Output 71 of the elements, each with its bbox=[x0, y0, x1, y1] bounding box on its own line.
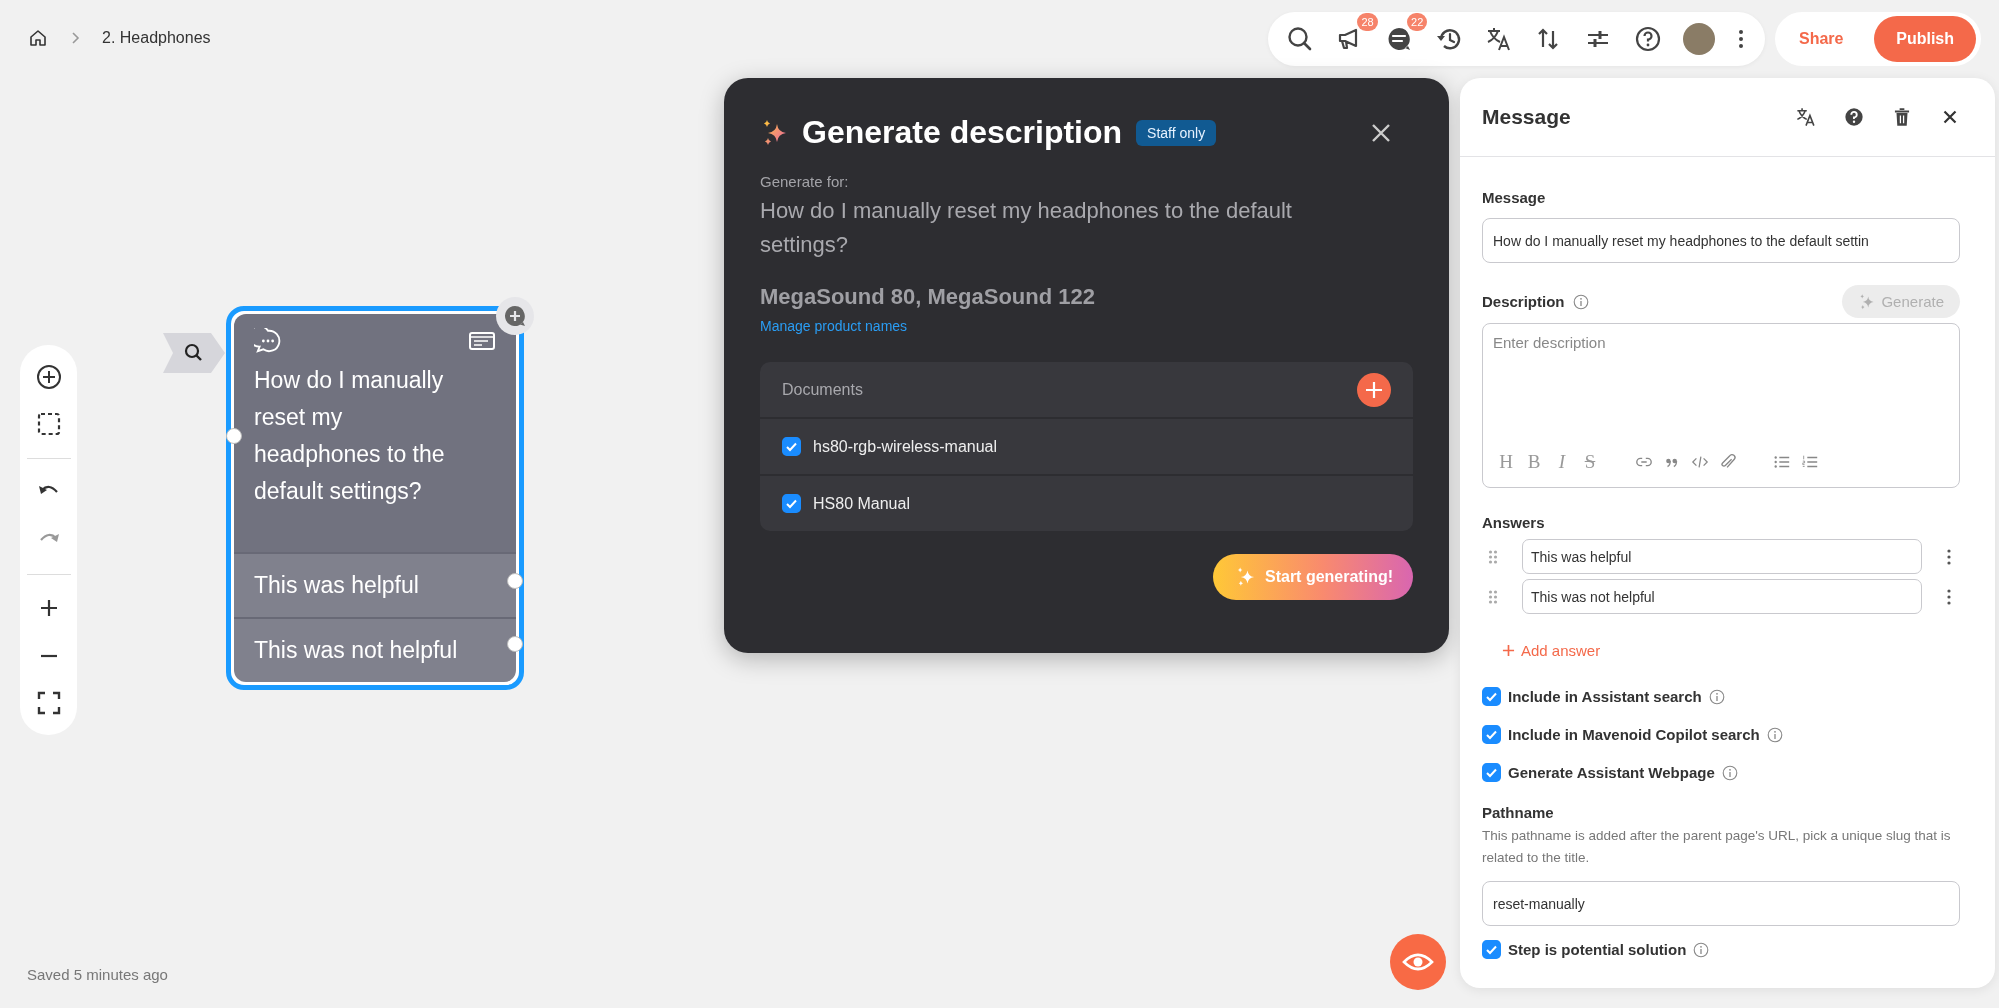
document-name: hs80-rgb-wireless-manual bbox=[813, 437, 998, 456]
share-button[interactable]: Share bbox=[1789, 22, 1854, 56]
help-text: This pathname is added after the parent page's URL, pick a unique slug that is related to the title. bbox=[1482, 827, 1952, 867]
start-generating-button[interactable]: Start generating! bbox=[1213, 554, 1413, 600]
help-icon[interactable] bbox=[1843, 106, 1865, 128]
paperclip-icon[interactable] bbox=[1719, 453, 1737, 471]
search-tag[interactable] bbox=[163, 333, 227, 373]
checkbox-label: Step is potential solution bbox=[1508, 941, 1687, 958]
checkbox-label: Generate Assistant Webpage bbox=[1508, 764, 1715, 781]
checkbox-label: Include in Mavenoid Copilot search bbox=[1508, 726, 1760, 743]
info-icon[interactable] bbox=[1766, 726, 1783, 743]
checkbox[interactable] bbox=[1482, 763, 1501, 782]
generate-for-label: Generate for: bbox=[760, 173, 850, 190]
manage-product-names-link[interactable]: Manage product names bbox=[760, 318, 908, 334]
more-icon[interactable] bbox=[1946, 587, 1952, 606]
breadcrumb-item[interactable]: 2. Headphones bbox=[102, 29, 211, 47]
question-text: How do I manually reset my headphones to the default settings? bbox=[760, 197, 1293, 259]
node-title: How do I manually reset my headphones to the default settings? bbox=[254, 366, 446, 506]
add-answer-button[interactable]: Add answer bbox=[1498, 638, 1605, 663]
checkbox[interactable] bbox=[782, 494, 801, 513]
preview-eye-button[interactable] bbox=[1390, 934, 1446, 990]
answer-field[interactable]: This was helpful bbox=[1522, 539, 1922, 574]
info-icon[interactable] bbox=[1721, 764, 1738, 781]
field-label: Pathname bbox=[1482, 804, 1555, 821]
answer-field[interactable]: This was not helpful bbox=[1522, 579, 1922, 614]
staff-only-badge: Staff only bbox=[1136, 119, 1217, 146]
format-button[interactable]: H bbox=[1497, 451, 1515, 473]
answer-option[interactable]: This was helpful bbox=[234, 552, 516, 617]
field-label: Answers bbox=[1482, 514, 1546, 531]
add-circle-icon[interactable] bbox=[34, 362, 63, 391]
drag-handle-icon[interactable] bbox=[1488, 548, 1498, 565]
avatar[interactable] bbox=[1683, 23, 1716, 55]
more-icon[interactable] bbox=[1946, 547, 1952, 566]
field-label: Message bbox=[1482, 189, 1547, 206]
saved-status: Saved 5 minutes ago bbox=[27, 966, 168, 983]
pathname-field[interactable]: reset-manually bbox=[1482, 881, 1960, 926]
publish-button[interactable]: Publish bbox=[1874, 16, 1976, 62]
checkbox[interactable] bbox=[1482, 687, 1501, 706]
chevron-right-icon bbox=[70, 31, 80, 45]
help-icon[interactable] bbox=[1633, 25, 1662, 53]
notification-badge: 28 bbox=[1357, 13, 1378, 31]
bullet-list-icon[interactable] bbox=[1773, 453, 1791, 471]
field-label: Description bbox=[1482, 293, 1565, 310]
format-button[interactable]: S bbox=[1581, 451, 1599, 473]
description-editor[interactable]: Enter description H B I S bbox=[1482, 323, 1960, 488]
answer-option[interactable]: This was not helpful bbox=[234, 617, 516, 682]
product-names: MegaSound 80, MegaSound 122 bbox=[760, 284, 1096, 310]
info-icon[interactable] bbox=[1572, 293, 1589, 310]
document-name: HS80 Manual bbox=[813, 494, 910, 513]
format-button[interactable]: I bbox=[1553, 451, 1571, 473]
info-icon[interactable] bbox=[1708, 688, 1725, 705]
info-icon[interactable] bbox=[1693, 941, 1710, 958]
documents-heading: Documents bbox=[782, 380, 863, 399]
checkbox[interactable] bbox=[1482, 725, 1501, 744]
search-icon[interactable] bbox=[1286, 25, 1314, 53]
checkbox[interactable] bbox=[1482, 940, 1501, 959]
checkbox[interactable] bbox=[782, 437, 801, 456]
translate-icon[interactable] bbox=[1795, 106, 1817, 128]
format-button[interactable]: B bbox=[1525, 451, 1543, 473]
drag-handle-icon[interactable] bbox=[1488, 588, 1498, 605]
add-comment-icon[interactable] bbox=[495, 296, 535, 336]
chat-bubble-icon bbox=[254, 328, 282, 354]
plus-icon bbox=[1502, 644, 1515, 657]
add-icon[interactable] bbox=[1357, 372, 1391, 407]
notification-badge: 22 bbox=[1407, 13, 1428, 31]
panel-title: Message bbox=[1482, 105, 1571, 129]
dialog-title: Generate description bbox=[802, 114, 1123, 151]
message-node[interactable]: How do I manually reset my headphones to the default settings? This was helpful This was not helpful bbox=[226, 306, 524, 690]
message-field[interactable]: How do I manually reset my headphones to the default settin bbox=[1482, 218, 1960, 263]
checkbox-label: Include in Assistant search bbox=[1508, 688, 1702, 705]
home-icon[interactable] bbox=[28, 28, 48, 48]
